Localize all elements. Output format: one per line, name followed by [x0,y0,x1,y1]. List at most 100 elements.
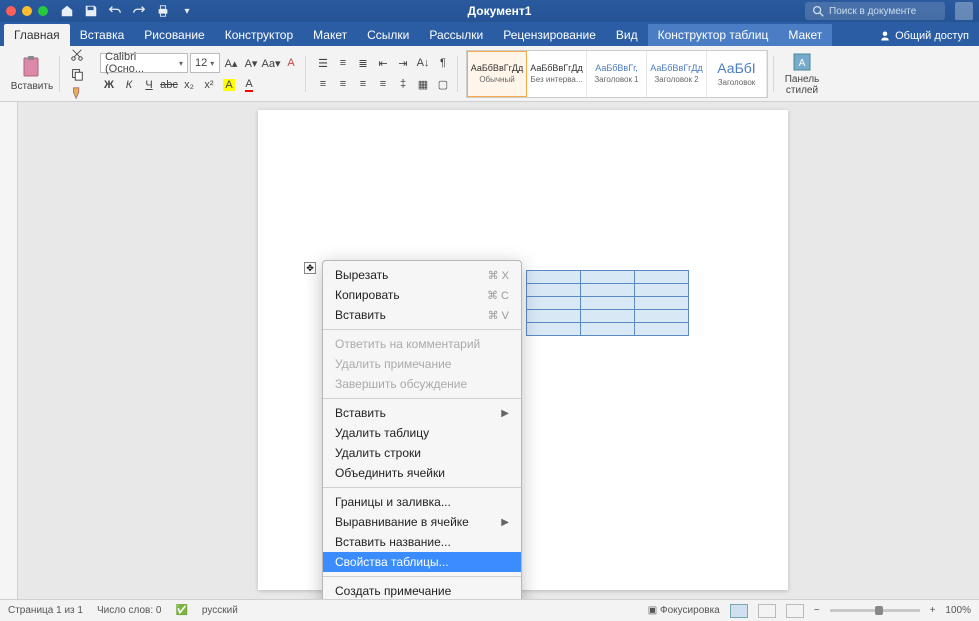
format-painter-button[interactable] [68,85,86,101]
font-color-button[interactable]: A [240,76,258,94]
table-row [527,297,689,310]
numbering-button[interactable]: ≡ [334,54,352,72]
home-icon[interactable] [60,4,74,18]
print-icon[interactable] [156,4,170,18]
align-right-button[interactable]: ≡ [354,75,372,93]
spellcheck-icon[interactable]: ✅ [175,605,187,616]
font-size-value: 12 [195,57,207,69]
share-button[interactable]: Общий доступ [869,26,979,46]
font-name-select[interactable]: Calibri (Осно...▾ [100,53,188,73]
style-no-spacing[interactable]: АаБбВвГгДдБез интерва... [527,51,587,97]
underline-button[interactable]: Ч [140,76,158,94]
zoom-in-button[interactable]: + [930,605,936,616]
decrease-font-button[interactable]: A▾ [242,54,260,72]
increase-indent-button[interactable]: ⇥ [394,54,412,72]
menu-copy[interactable]: Копировать⌘ C [323,285,521,305]
user-avatar[interactable] [955,2,973,20]
clipboard-group: Вставить [6,50,58,98]
tab-review[interactable]: Рецензирование [493,24,606,46]
qat-customize-icon[interactable]: ▾ [180,4,194,18]
menu-new-comment[interactable]: Создать примечание [323,581,521,599]
tab-mailings[interactable]: Рассылки [419,24,493,46]
menu-delete-table[interactable]: Удалить таблицу [323,423,521,443]
tab-references[interactable]: Ссылки [357,24,419,46]
redo-icon[interactable] [132,4,146,18]
tab-table-design[interactable]: Конструктор таблиц [648,24,779,46]
tab-insert[interactable]: Вставка [70,24,135,46]
line-spacing-button[interactable]: ‡ [394,75,412,93]
styles-pane-button[interactable]: A Панель стилей [782,52,822,96]
tab-view[interactable]: Вид [606,24,648,46]
menu-delete-rows[interactable]: Удалить строки [323,443,521,463]
close-window[interactable] [6,6,16,16]
menu-insert[interactable]: Вставить▶ [323,403,521,423]
bold-button[interactable]: Ж [100,76,118,94]
search-input[interactable]: Поиск в документе [805,2,945,20]
italic-button[interactable]: К [120,76,138,94]
chevron-right-icon: ▶ [501,517,509,528]
menu-borders-shading[interactable]: Границы и заливка... [323,492,521,512]
change-case-button[interactable]: Aa▾ [262,54,280,72]
save-icon[interactable] [84,4,98,18]
align-left-button[interactable]: ≡ [314,75,332,93]
titlebar: ▾ Документ1 Поиск в документе [0,0,979,22]
page-indicator[interactable]: Страница 1 из 1 [8,605,83,616]
minimize-window[interactable] [22,6,32,16]
document-area[interactable]: ✥ Вырезать⌘ X Копировать⌘ C Вставить⌘ V … [18,102,979,599]
style-normal[interactable]: АаБбВвГгДдОбычный [467,51,527,97]
menu-cell-alignment[interactable]: Выравнивание в ячейке▶ [323,512,521,532]
sort-button[interactable]: A↓ [414,54,432,72]
table-move-handle[interactable]: ✥ [304,262,316,274]
web-layout-view[interactable] [758,604,776,618]
zoom-level[interactable]: 100% [945,605,971,616]
focus-mode[interactable]: ▣ Фокусировка [648,605,720,616]
word-count[interactable]: Число слов: 0 [97,605,161,616]
style-heading1[interactable]: АаБбВвГг,Заголовок 1 [587,51,647,97]
document-table[interactable] [526,270,689,336]
menu-reply-comment: Ответить на комментарий [323,334,521,354]
chevron-down-icon: ▾ [179,59,183,68]
subscript-button[interactable]: x₂ [180,76,198,94]
font-size-select[interactable]: 12▾ [190,53,220,73]
share-label: Общий доступ [895,30,969,42]
multilevel-list-button[interactable]: ≣ [354,54,372,72]
highlight-color-button[interactable]: A [220,76,238,94]
cut-button[interactable] [68,47,86,63]
increase-font-button[interactable]: A▴ [222,54,240,72]
menu-cut[interactable]: Вырезать⌘ X [323,265,521,285]
share-icon [879,30,891,42]
tab-draw[interactable]: Рисование [134,24,214,46]
undo-icon[interactable] [108,4,122,18]
style-title[interactable]: АаБбIЗаголовок [707,51,767,97]
menu-table-properties[interactable]: Свойства таблицы... [323,552,521,572]
bullets-button[interactable]: ☰ [314,54,332,72]
align-center-button[interactable]: ≡ [334,75,352,93]
menu-paste[interactable]: Вставить⌘ V [323,305,521,325]
borders-button[interactable]: ▢ [434,75,452,93]
zoom-thumb[interactable] [875,606,883,615]
decrease-indent-button[interactable]: ⇤ [374,54,392,72]
menu-insert-caption[interactable]: Вставить название... [323,532,521,552]
tab-table-layout[interactable]: Макет [778,24,832,46]
print-layout-view[interactable] [730,604,748,618]
show-marks-button[interactable]: ¶ [434,54,452,72]
context-menu: Вырезать⌘ X Копировать⌘ C Вставить⌘ V От… [322,260,522,599]
paste-button[interactable]: Вставить [10,55,54,92]
zoom-window[interactable] [38,6,48,16]
language-indicator[interactable]: русский [202,605,238,616]
menu-merge-cells[interactable]: Объединить ячейки [323,463,521,483]
shading-button[interactable]: ▦ [414,75,432,93]
zoom-slider[interactable] [830,609,920,612]
copy-button[interactable] [68,66,86,82]
strikethrough-button[interactable]: abc [160,76,178,94]
style-heading2[interactable]: АаБбВвГгДдЗаголовок 2 [647,51,707,97]
clear-formatting-button[interactable]: A [282,54,300,72]
superscript-button[interactable]: x² [200,76,218,94]
tab-layout[interactable]: Макет [303,24,357,46]
tab-home[interactable]: Главная [4,24,70,46]
tab-design[interactable]: Конструктор [215,24,303,46]
paste-label: Вставить [11,81,53,92]
justify-button[interactable]: ≡ [374,75,392,93]
zoom-out-button[interactable]: − [814,605,820,616]
outline-view[interactable] [786,604,804,618]
